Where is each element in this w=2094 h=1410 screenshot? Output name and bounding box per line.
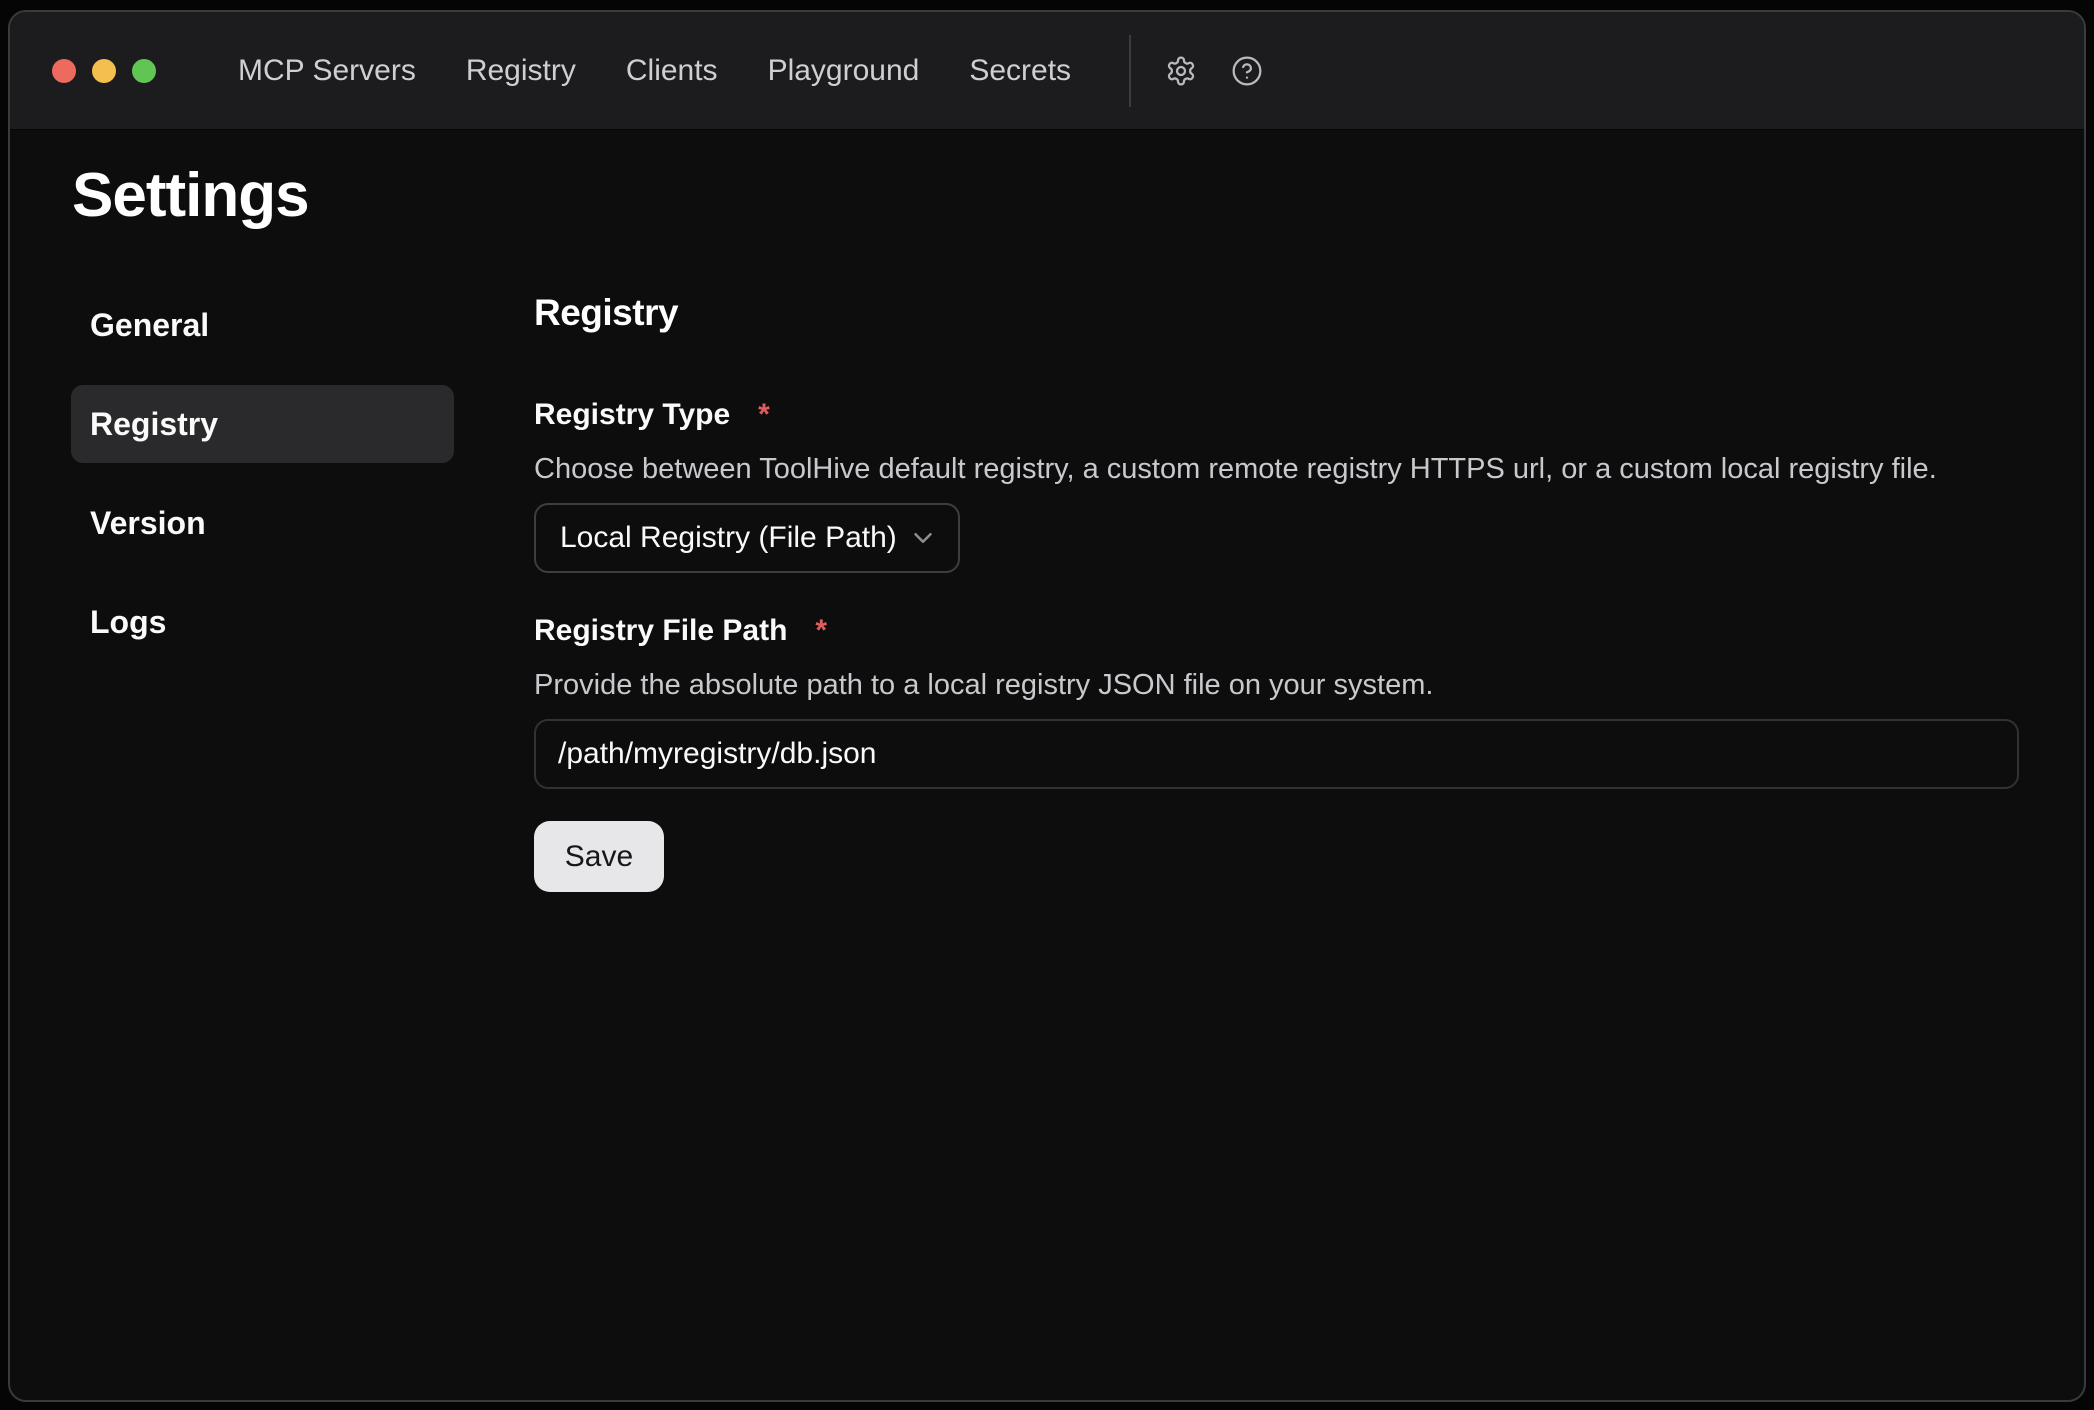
sidebar-item-logs[interactable]: Logs — [71, 583, 454, 661]
registry-file-path-input[interactable] — [534, 719, 2019, 789]
sidebar-item-registry[interactable]: Registry — [71, 385, 454, 463]
titlebar: MCP Servers Registry Clients Playground … — [10, 12, 2084, 130]
traffic-lights — [52, 59, 156, 83]
save-button[interactable]: Save — [534, 821, 664, 892]
settings-sidebar: General Registry Version Logs — [71, 286, 454, 892]
nav-item-registry[interactable]: Registry — [466, 12, 576, 130]
settings-page: Settings General Registry Version Logs R… — [10, 160, 2084, 892]
sidebar-item-version[interactable]: Version — [71, 484, 454, 562]
app-window: MCP Servers Registry Clients Playground … — [8, 10, 2086, 1402]
nav-item-clients[interactable]: Clients — [626, 12, 718, 130]
registry-file-path-description: Provide the absolute path to a local reg… — [534, 666, 2019, 705]
nav-item-secrets[interactable]: Secrets — [969, 12, 1071, 130]
registry-type-label: Registry Type — [534, 395, 730, 434]
section-heading: Registry — [534, 294, 2019, 331]
registry-file-path-label: Registry File Path — [534, 611, 787, 650]
nav-item-playground[interactable]: Playground — [768, 12, 920, 130]
zoom-button[interactable] — [132, 59, 156, 83]
registry-type-description: Choose between ToolHive default registry… — [534, 450, 2019, 489]
minimize-button[interactable] — [92, 59, 116, 83]
close-button[interactable] — [52, 59, 76, 83]
registry-type-select[interactable]: Local Registry (File Path) — [534, 503, 960, 573]
required-marker: * — [758, 398, 770, 432]
settings-gear-icon[interactable] — [1165, 55, 1197, 87]
required-marker: * — [815, 614, 827, 648]
sidebar-item-general[interactable]: General — [71, 286, 454, 364]
top-nav: MCP Servers Registry Clients Playground … — [238, 12, 1071, 130]
registry-settings-panel: Registry Registry Type * Choose between … — [534, 286, 2019, 892]
chevron-down-icon — [908, 523, 938, 553]
help-circle-icon[interactable] — [1231, 55, 1263, 87]
registry-type-selected-value: Local Registry (File Path) — [560, 521, 897, 555]
nav-item-mcp-servers[interactable]: MCP Servers — [238, 12, 416, 130]
titlebar-divider — [1129, 35, 1131, 107]
page-title: Settings — [72, 160, 2084, 231]
